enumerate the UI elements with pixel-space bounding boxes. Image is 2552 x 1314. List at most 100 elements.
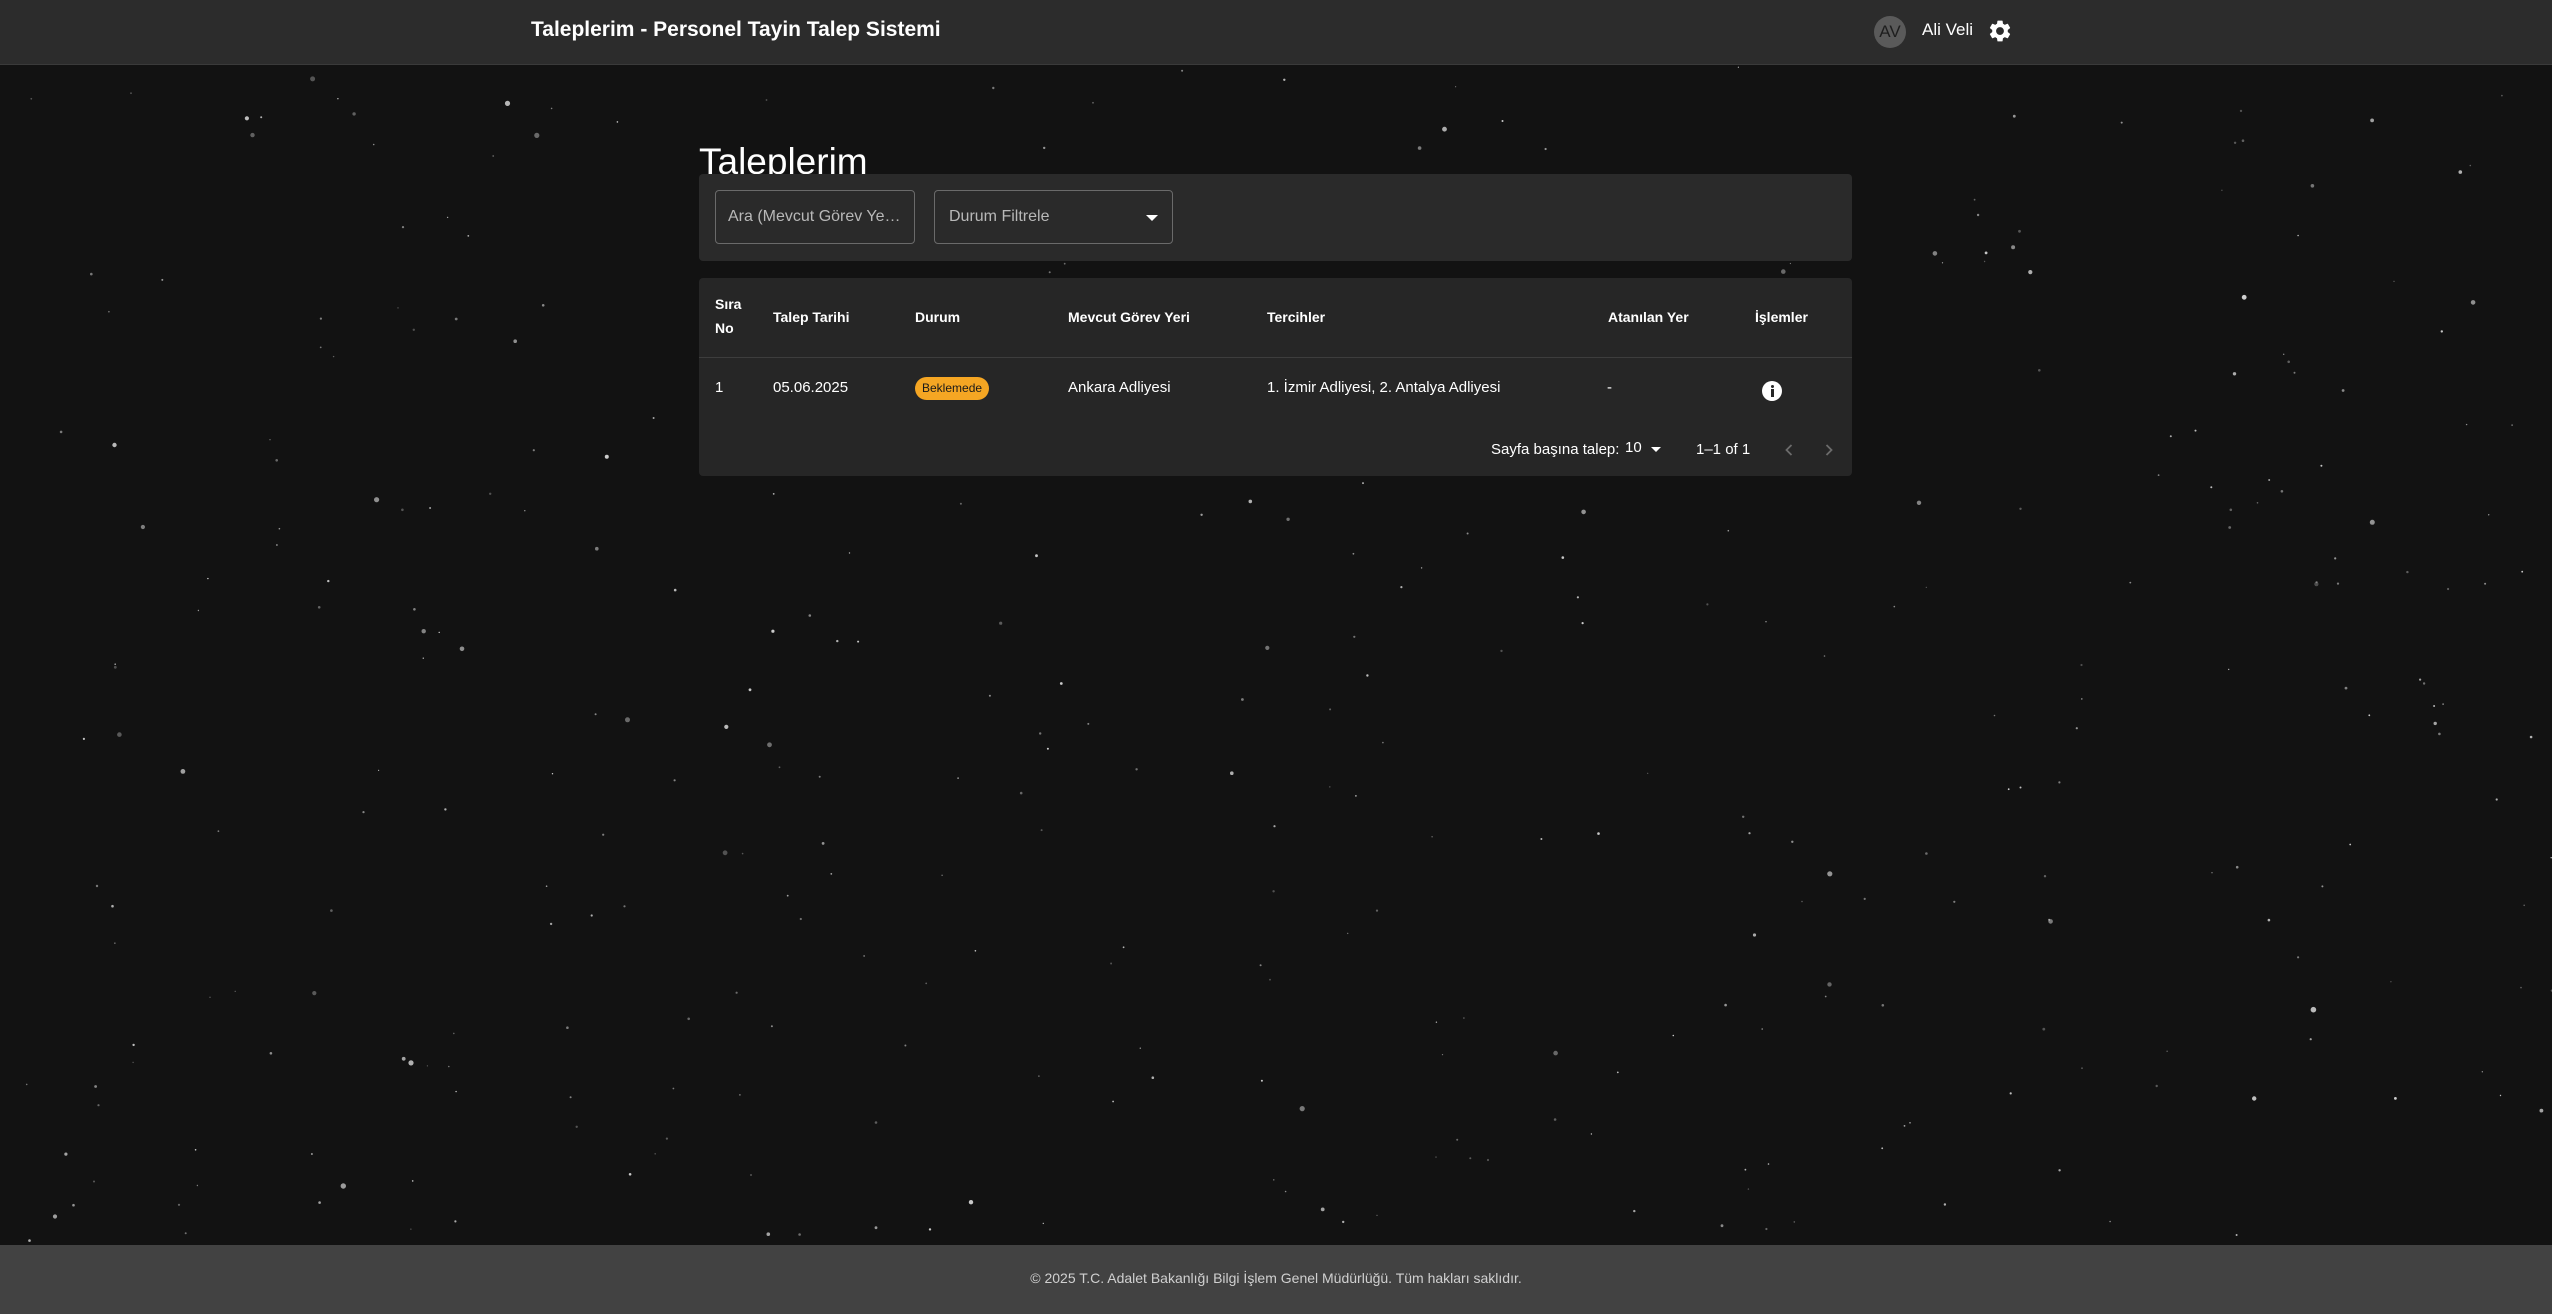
star <box>2043 875 2047 878</box>
star <box>1273 825 1276 828</box>
previous-page-icon[interactable] <box>1777 438 1801 462</box>
star <box>2129 581 2132 584</box>
star <box>209 996 211 998</box>
star <box>374 497 380 503</box>
star <box>513 339 517 344</box>
star <box>504 100 511 106</box>
star <box>992 86 995 90</box>
avatar[interactable]: AV <box>1874 16 1906 48</box>
rows-per-page-select[interactable]: 10 <box>1625 439 1667 461</box>
star <box>132 1043 135 1047</box>
header-sira-no[interactable]: Sıra No <box>715 292 741 340</box>
gear-icon[interactable] <box>1987 18 2013 44</box>
star <box>1200 513 1203 516</box>
header-talep-tarihi[interactable]: Talep Tarihi <box>773 305 850 329</box>
star <box>1087 722 1090 725</box>
star <box>1469 1157 1472 1160</box>
star <box>114 663 116 665</box>
star <box>130 92 132 95</box>
star <box>2211 872 2213 874</box>
star <box>64 1152 68 1156</box>
star <box>1976 213 1980 217</box>
star <box>1953 900 1956 903</box>
star <box>1500 649 1503 653</box>
star <box>59 430 63 434</box>
header-sira-no-line1: Sıra <box>715 296 742 312</box>
star <box>1501 120 1504 122</box>
star <box>1672 1034 1675 1037</box>
star <box>1286 517 1290 521</box>
rows-per-page-label: Sayfa başına talep: <box>1491 441 1620 458</box>
star <box>767 742 772 748</box>
star <box>2422 682 2426 685</box>
star <box>1366 674 1369 677</box>
star <box>1063 262 1066 265</box>
star <box>1916 500 1922 505</box>
star <box>426 1065 428 1067</box>
star <box>269 439 271 441</box>
star <box>1932 251 1938 256</box>
footer: © 2025 T.C. Adalet Bakanlığı Bilgi İşlem… <box>0 1245 2552 1314</box>
star <box>766 1232 771 1236</box>
star <box>1038 1075 1040 1077</box>
star <box>2488 514 2490 516</box>
star <box>492 155 495 157</box>
status-badge: Beklemede <box>915 377 990 400</box>
star <box>422 657 424 659</box>
header-durum[interactable]: Durum <box>915 305 960 329</box>
star <box>786 894 789 897</box>
requests-table: Sıra No Talep Tarihi Durum Mevcut Görev … <box>699 278 1852 476</box>
star <box>1633 1209 1636 1213</box>
star <box>2521 570 2524 573</box>
star <box>957 777 959 779</box>
star <box>1789 262 1791 265</box>
star <box>1647 772 1649 774</box>
star <box>2309 1038 2312 1041</box>
cell-tercihler: 1. İzmir Adliyesi, 2. Antalya Adliyesi <box>1267 379 1501 396</box>
star <box>2310 184 2315 188</box>
star <box>2048 918 2051 921</box>
star <box>818 775 821 778</box>
star <box>2481 1071 2483 1073</box>
star <box>1139 1047 1142 1049</box>
star <box>569 1096 572 1099</box>
star <box>2442 703 2444 705</box>
star <box>524 510 526 512</box>
star <box>1752 933 1757 937</box>
star <box>2320 464 2323 467</box>
star <box>1727 529 1730 532</box>
header-atanan-yer[interactable]: Atanılan Yer <box>1608 305 1689 329</box>
header-tercihler[interactable]: Tercihler <box>1267 305 1325 329</box>
star <box>2018 229 2021 233</box>
next-page-icon[interactable] <box>1817 438 1841 462</box>
star <box>1903 1125 1906 1127</box>
star <box>2239 109 2243 113</box>
cell-atanan-yer: - <box>1607 379 1612 396</box>
star <box>770 1025 773 1028</box>
star <box>735 991 738 994</box>
star <box>372 143 375 146</box>
star <box>2028 270 2033 275</box>
star <box>2334 557 2337 560</box>
star <box>2314 582 2319 587</box>
star <box>1767 1163 1770 1165</box>
info-icon[interactable] <box>1762 381 1782 401</box>
star <box>2081 1067 2083 1070</box>
star <box>260 116 263 119</box>
footer-copyright: © 2025 T.C. Adalet Bakanlığı Bilgi İşlem… <box>1030 1270 1522 1286</box>
star <box>1616 1071 1619 1074</box>
status-filter-select[interactable]: Durum Filtrele <box>934 190 1173 244</box>
star <box>2012 114 2016 118</box>
star <box>1112 1100 1114 1103</box>
star <box>275 459 279 462</box>
user-name: Ali Veli <box>1922 20 1974 39</box>
star <box>161 278 164 281</box>
star <box>2484 582 2487 585</box>
star <box>1151 1076 1155 1079</box>
star <box>362 811 365 814</box>
star <box>2235 865 2239 869</box>
header-islemler: İşlemler <box>1755 309 1808 325</box>
search-input[interactable]: Ara (Mevcut Görev Yeri,... <box>715 190 915 244</box>
header-mevcut-gorev-yeri[interactable]: Mevcut Görev Yeri <box>1068 305 1190 329</box>
star <box>1347 932 1349 935</box>
